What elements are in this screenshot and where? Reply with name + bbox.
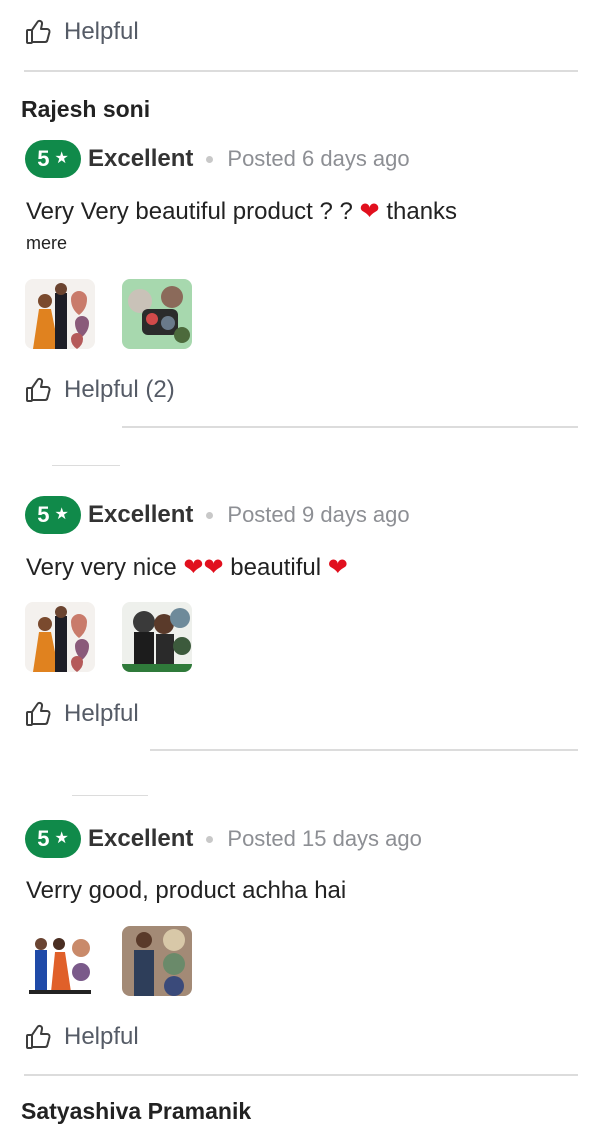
helpful-button[interactable]: Helpful xyxy=(24,18,139,46)
star-icon: ★ xyxy=(54,150,69,167)
review-divider xyxy=(122,426,578,428)
posted-date: Posted 6 days ago xyxy=(227,146,410,171)
rating-badge: 5 ★ xyxy=(25,820,81,858)
reviewer-name: Rajesh soni xyxy=(21,96,151,122)
review-divider xyxy=(72,795,148,796)
rating-row: 5 ★ Excellent Posted 9 days ago xyxy=(25,496,410,534)
review-image-thumbnail[interactable] xyxy=(25,602,95,672)
review-text-part: Very Very beautiful product ? ? xyxy=(26,198,353,225)
review-images xyxy=(25,602,192,672)
separator-dot xyxy=(206,511,214,519)
thumbs-up-icon xyxy=(24,18,52,46)
review-divider xyxy=(52,465,120,466)
helpful-label: Helpful xyxy=(64,700,139,727)
thumbs-up-icon xyxy=(24,700,52,728)
red-heart-emoji: ❤ xyxy=(327,554,348,581)
helpful-label: Helpful (2) xyxy=(64,376,175,403)
review-text: Very Very beautiful product ? ? ❤ thanks… xyxy=(26,194,566,256)
rating-row: 5 ★ Excellent Posted 6 days ago xyxy=(25,140,410,178)
review-text-part: Very very nice xyxy=(26,554,177,581)
rating-label: Excellent xyxy=(88,825,194,852)
review-divider xyxy=(150,749,578,751)
helpful-label: Helpful xyxy=(64,18,139,45)
review-text: Verry good, product achha hai xyxy=(26,877,347,904)
review-text: Very very nice ❤❤ beautiful ❤ xyxy=(26,550,566,586)
review-image-thumbnail[interactable] xyxy=(122,926,192,996)
review-text-part: mere xyxy=(26,233,68,253)
posted-date: Posted 9 days ago xyxy=(227,502,410,527)
review-images xyxy=(25,279,192,349)
rating-value: 5 xyxy=(37,146,50,171)
review-divider xyxy=(24,70,578,72)
reviews-list: Helpful Rajesh soni 5 ★ Excellent Posted… xyxy=(0,0,600,1126)
red-heart-emoji: ❤ xyxy=(359,198,380,225)
rating-value: 5 xyxy=(37,502,50,527)
star-icon: ★ xyxy=(54,830,69,847)
review-images xyxy=(25,926,192,996)
helpful-label: Helpful xyxy=(64,1023,139,1050)
rating-value: 5 xyxy=(37,826,50,851)
review-divider xyxy=(24,1074,578,1076)
separator-dot xyxy=(206,835,214,843)
helpful-button[interactable]: Helpful xyxy=(24,1023,139,1051)
review-text-part: beautiful xyxy=(230,554,322,581)
separator-dot xyxy=(206,155,214,163)
rating-label: Excellent xyxy=(88,501,194,528)
rating-badge: 5 ★ xyxy=(25,496,81,534)
review-image-thumbnail[interactable] xyxy=(122,602,192,672)
rating-badge: 5 ★ xyxy=(25,140,81,178)
rating-label: Excellent xyxy=(88,145,194,172)
thumbs-up-icon xyxy=(24,376,52,404)
review-image-thumbnail[interactable] xyxy=(25,926,95,996)
star-icon: ★ xyxy=(54,506,69,523)
rating-row: 5 ★ Excellent Posted 15 days ago xyxy=(25,820,422,858)
reviewer-name: Satyashiva Pramanik xyxy=(21,1098,252,1124)
red-heart-emoji: ❤❤ xyxy=(183,554,224,581)
helpful-button[interactable]: Helpful xyxy=(24,700,139,728)
review-text-part: thanks xyxy=(386,198,458,225)
thumbs-up-icon xyxy=(24,1023,52,1051)
review-image-thumbnail[interactable] xyxy=(25,279,95,349)
helpful-button[interactable]: Helpful (2) xyxy=(24,376,175,404)
review-image-thumbnail[interactable] xyxy=(122,279,192,349)
posted-date: Posted 15 days ago xyxy=(227,826,422,851)
